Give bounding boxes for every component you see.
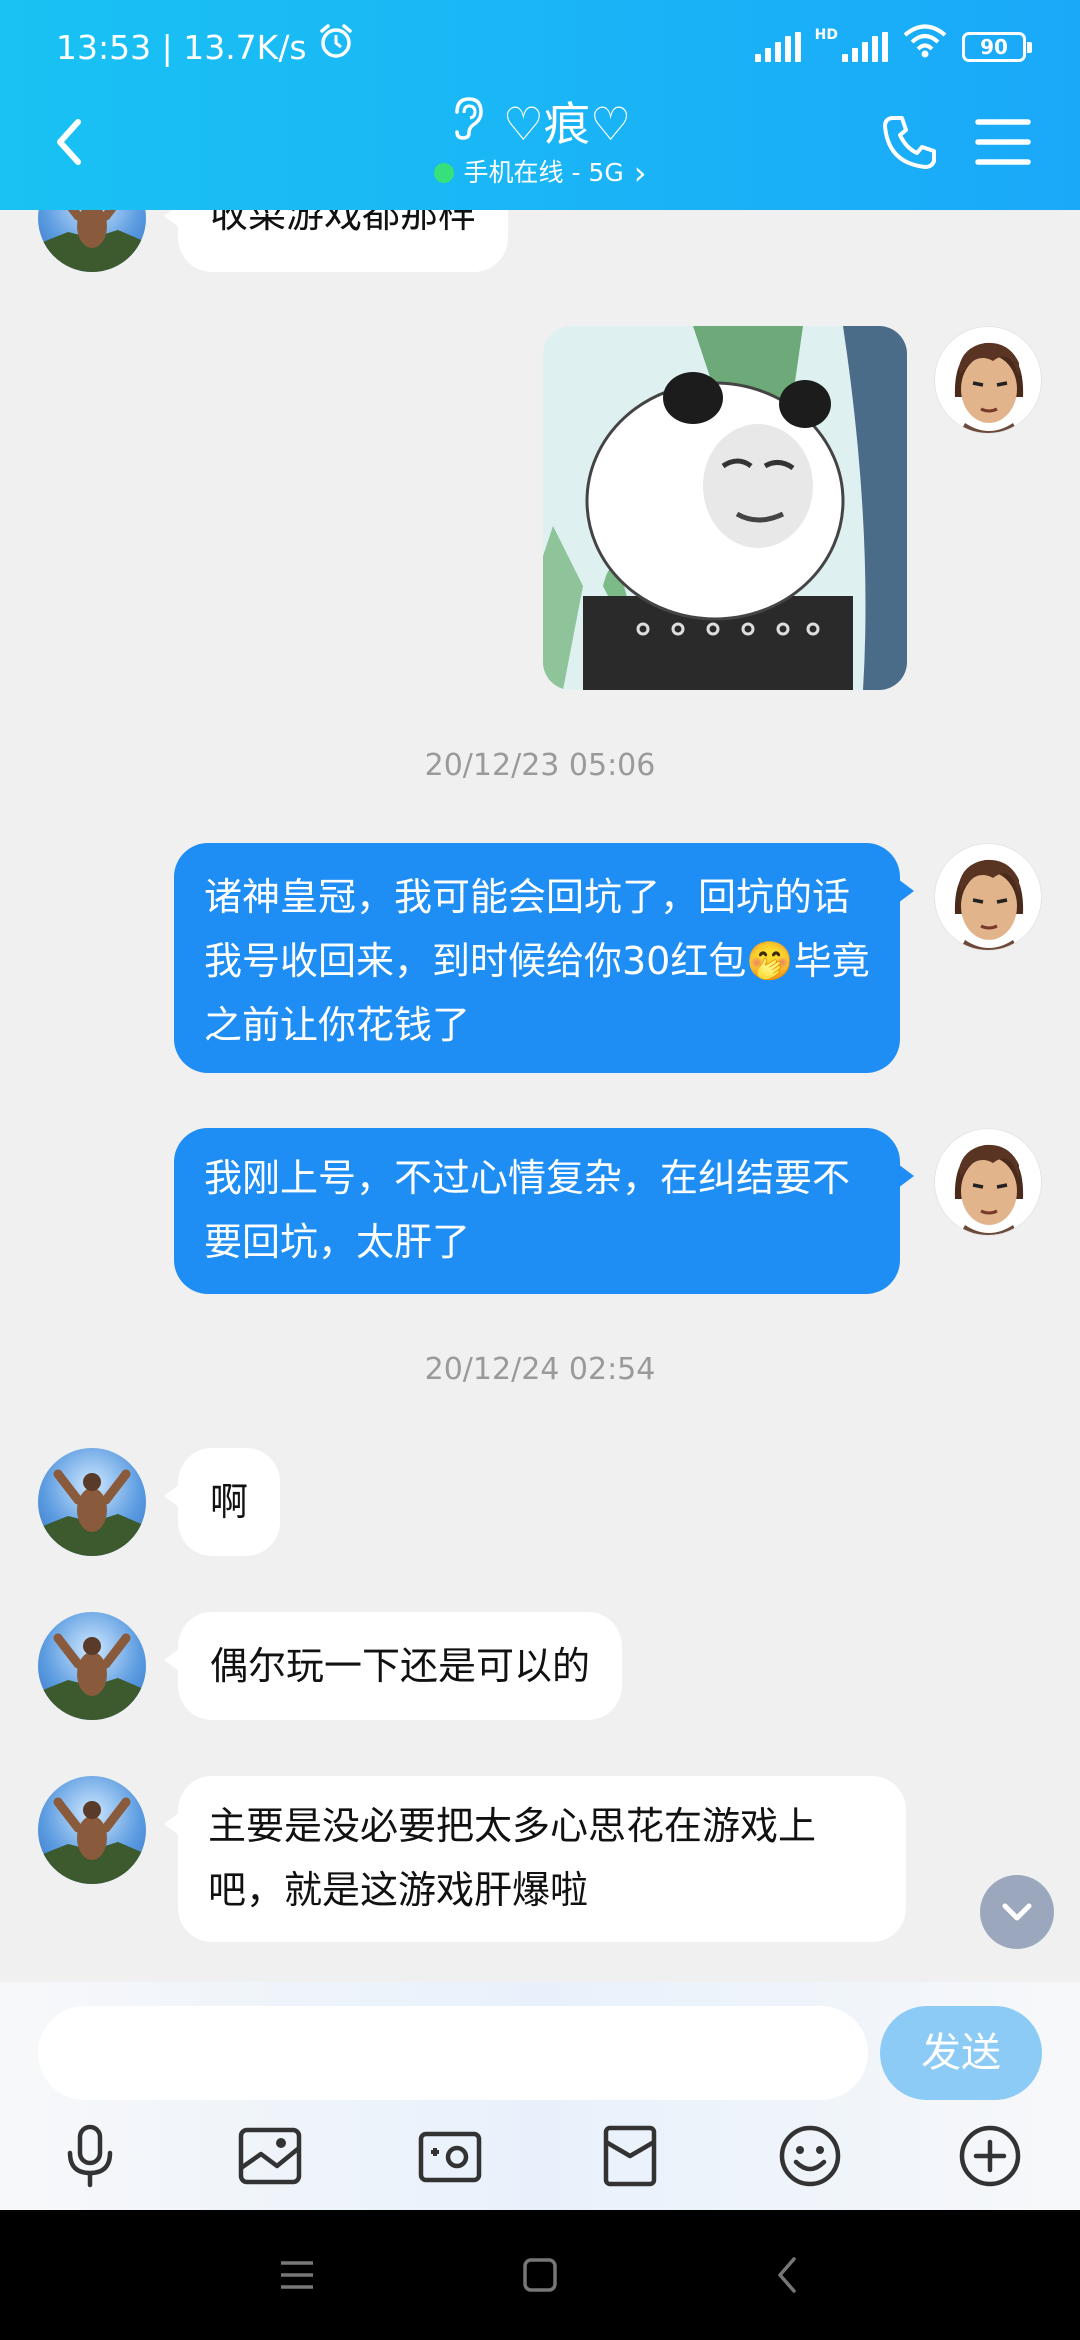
home-button[interactable] (515, 2250, 565, 2300)
hd-label: HD (814, 27, 838, 43)
voice-input-button[interactable] (52, 2118, 128, 2194)
chat-header: 13:53 | 13.7K/s HD 90 ♡痕♡ 手机在线 - 5G › (0, 0, 1080, 210)
message-text: 我刚上号，不过心情复杂，在纠结要不要回坑，太肝了 (204, 1156, 851, 1264)
menu-button[interactable] (974, 114, 1032, 170)
signal-icon (754, 32, 801, 62)
cover-mouth-emoji: 🤭 (746, 939, 794, 983)
red-packet-button[interactable] (592, 2118, 668, 2194)
status-time-speed: 13:53 | 13.7K/s (56, 28, 307, 67)
mic-icon (67, 2124, 113, 2188)
timestamp: 20/12/24 02:54 (424, 1352, 656, 1387)
voice-call-button[interactable] (880, 112, 940, 172)
status-bar: 13:53 | 13.7K/s HD 90 (56, 22, 1032, 74)
input-toolbar (0, 2112, 1080, 2208)
menu-icon (975, 119, 1031, 165)
message-bubble-incoming[interactable]: 偶尔玩一下还是可以的 (163, 1612, 623, 1720)
more-button[interactable] (952, 2118, 1028, 2194)
system-nav-bar (0, 2210, 1080, 2340)
message-input[interactable] (38, 2006, 868, 2100)
message-bubble-incoming[interactable]: 主要是没必要把太多心思花在游戏上吧，就是这游戏肝爆啦 (164, 1776, 906, 1942)
my-avatar[interactable] (934, 326, 1042, 434)
send-button[interactable]: 发送 (880, 2006, 1042, 2100)
back-nav-button[interactable] (762, 2250, 812, 2300)
my-avatar[interactable] (934, 1128, 1042, 1236)
menu-lines-icon (281, 2261, 313, 2289)
message-bubble-outgoing[interactable]: 诸神皇冠，我可能会回坑了，回坑的话我号收回来，到时候给你30红包🤭毕竟之前让你花… (174, 843, 914, 1073)
emoji-button[interactable] (772, 2118, 848, 2194)
signal-hd-icon (842, 32, 888, 62)
wifi-icon (902, 22, 948, 72)
message-text: 偶尔玩一下还是可以的 (210, 1644, 591, 1688)
emoji-icon (779, 2125, 841, 2187)
my-avatar[interactable] (934, 843, 1042, 951)
timestamp: 20/12/23 05:06 (424, 748, 656, 783)
online-status-text: 手机在线 - 5G (463, 158, 624, 187)
ear-icon (449, 95, 485, 153)
phone-icon (883, 116, 936, 169)
message-text: 啊 (210, 1480, 249, 1524)
panda-meme-sticker[interactable] (543, 326, 907, 690)
recents-button[interactable] (272, 2250, 322, 2300)
plus-icon (959, 2125, 1021, 2187)
friend-avatar[interactable] (38, 1448, 146, 1556)
red-packet-icon (603, 2125, 657, 2187)
message-text: 主要是没必要把太多心思花在游戏上吧，就是这游戏肝爆啦 (208, 1804, 817, 1912)
camera-button[interactable] (412, 2118, 488, 2194)
friend-avatar[interactable] (38, 1776, 146, 1884)
online-status-dot (433, 163, 454, 183)
message-bubble-incoming[interactable]: 啊 (163, 1448, 281, 1556)
friend-avatar[interactable] (38, 1612, 146, 1720)
battery-icon: 90 (962, 32, 1032, 62)
photo-button[interactable] (232, 2118, 308, 2194)
chevron-left-icon (778, 2257, 796, 2293)
chevron-right-icon: › (633, 154, 647, 192)
square-icon (523, 2258, 557, 2292)
scroll-to-bottom-button[interactable] (980, 1875, 1054, 1949)
chevron-down-icon (1002, 1903, 1032, 1921)
input-area: 发送 (0, 1982, 1080, 2210)
contact-name: ♡痕♡ (502, 97, 632, 151)
message-bubble-outgoing[interactable]: 我刚上号，不过心情复杂，在纠结要不要回坑，太肝了 (174, 1128, 914, 1294)
camera-icon (418, 2131, 482, 2183)
image-icon (238, 2127, 302, 2185)
alarm-icon (317, 22, 355, 74)
